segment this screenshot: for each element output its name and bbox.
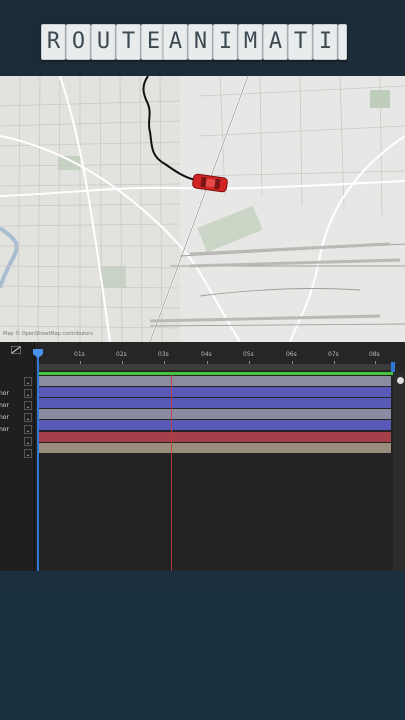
chevron-down-icon[interactable]: ⌄ [24, 377, 32, 386]
layer-track[interactable] [37, 387, 391, 397]
layer-track[interactable] [37, 398, 391, 408]
chevron-down-icon[interactable]: ⌄ [24, 413, 32, 422]
ruler-label: 08s [369, 351, 380, 358]
layer-mode-label: nor [0, 414, 9, 421]
ruler-label: 06s [286, 351, 297, 358]
ruler-label: 07s [328, 351, 339, 358]
timeline-scroll-edge[interactable] [393, 372, 405, 571]
ruler-label: 03s [158, 351, 169, 358]
chevron-down-icon[interactable]: ⌄ [24, 401, 32, 410]
layer-row[interactable]: nor ⌄ [0, 388, 34, 399]
title-letter: O [66, 24, 91, 60]
layer-track[interactable] [37, 432, 391, 442]
title-letter: A [263, 24, 288, 60]
chevron-down-icon[interactable]: ⌄ [24, 389, 32, 398]
chevron-down-icon[interactable]: ⌄ [24, 437, 32, 446]
title-letter: R [41, 24, 66, 60]
chevron-down-icon[interactable]: ⌄ [24, 449, 32, 458]
zoom-knob[interactable] [397, 377, 404, 384]
work-area-bar[interactable] [37, 364, 393, 370]
ruler-label: 02s [116, 351, 127, 358]
layer-row[interactable]: nor ⌄ [0, 424, 34, 435]
title-letter: U [91, 24, 116, 60]
chevron-down-icon[interactable]: ⌄ [24, 425, 32, 434]
layer-row[interactable]: ⌄ [0, 436, 34, 447]
layer-track[interactable] [37, 376, 391, 386]
time-marker-line [171, 375, 172, 571]
car-icon [192, 173, 228, 193]
title-letter-partial [338, 24, 347, 60]
layer-row[interactable]: ⌄ [0, 448, 34, 459]
map-canvas [0, 76, 405, 342]
layer-row[interactable]: ⌄ [0, 376, 34, 387]
layer-mode-label: nor [0, 390, 9, 397]
work-area-end-handle[interactable] [391, 362, 395, 372]
title-letter: I [213, 24, 238, 60]
work-area-range[interactable] [37, 372, 393, 375]
title-letter: M [238, 24, 263, 60]
playhead-line[interactable] [37, 350, 39, 571]
layer-track[interactable] [37, 420, 391, 430]
ruler-label: 04s [201, 351, 212, 358]
title-letter: N [188, 24, 213, 60]
title-letter: T [116, 24, 141, 60]
route-animation-title: R O U T E A N I M A T I [0, 24, 405, 60]
title-letter: A [163, 24, 188, 60]
layer-track[interactable] [37, 409, 391, 419]
map-view[interactable]: Map © OpenStreetMap contributors [0, 76, 405, 342]
layer-mode-label: nor [0, 402, 9, 409]
title-letter: T [288, 24, 313, 60]
timeline-panel[interactable]: 0s 01s 02s 03s 04s 05s 06s 07s 08s ⌄ nor… [0, 342, 405, 571]
graph-editor-icon[interactable] [11, 346, 21, 354]
layer-mode-label: nor [0, 426, 9, 433]
park-area [100, 266, 126, 288]
ruler-label: 01s [74, 351, 85, 358]
layer-row[interactable]: nor ⌄ [0, 412, 34, 423]
layer-row[interactable]: nor ⌄ [0, 400, 34, 411]
map-attribution: Map © OpenStreetMap contributors [3, 331, 93, 337]
title-letter: I [313, 24, 338, 60]
layer-track[interactable] [37, 443, 391, 453]
ruler-label: 05s [243, 351, 254, 358]
